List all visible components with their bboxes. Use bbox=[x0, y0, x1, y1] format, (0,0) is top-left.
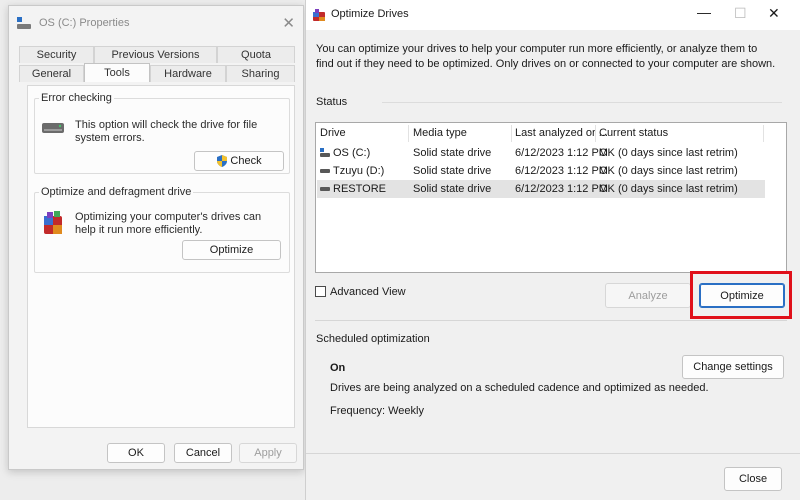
drive-row[interactable]: Tzuyu (D:) Solid state drive 6/12/2023 1… bbox=[317, 162, 765, 180]
optimize-drives-titlebar: Optimize Drives — ☐ ✕ bbox=[306, 0, 800, 30]
column-divider[interactable] bbox=[763, 125, 764, 142]
optimize-drives-title: Optimize Drives bbox=[331, 8, 409, 20]
optimize-drives-description: You can optimize your drives to help you… bbox=[316, 43, 776, 70]
hard-drive-icon bbox=[42, 123, 64, 133]
media-type: Solid state drive bbox=[413, 165, 492, 177]
change-settings-button[interactable]: Change settings bbox=[682, 355, 784, 379]
scheduled-optimization-label: Scheduled optimization bbox=[316, 333, 430, 345]
shield-icon bbox=[217, 155, 228, 167]
drive-row[interactable]: OS (C:) Solid state drive 6/12/2023 1:12… bbox=[317, 144, 765, 162]
column-header-current-status[interactable]: Current status bbox=[599, 127, 668, 139]
properties-title: OS (C:) Properties bbox=[39, 17, 130, 29]
tools-tab-panel: Error checking This option will check th… bbox=[27, 85, 295, 428]
analyze-button[interactable]: Analyze bbox=[605, 283, 691, 308]
apply-button[interactable]: Apply bbox=[239, 443, 297, 463]
schedule-state: On bbox=[330, 362, 346, 374]
properties-window: OS (C:) Properties ✕ Security Previous V… bbox=[8, 5, 304, 470]
media-type: Solid state drive bbox=[413, 183, 492, 195]
close-icon[interactable]: ✕ bbox=[282, 14, 295, 32]
footer-separator bbox=[306, 453, 800, 454]
maximize-icon[interactable]: ☐ bbox=[734, 5, 747, 22]
drive-icon bbox=[320, 166, 330, 175]
tab-sharing[interactable]: Sharing bbox=[226, 65, 295, 82]
last-analyzed: 6/12/2023 1:12 PM bbox=[515, 165, 608, 177]
optimize-drive-button[interactable]: Optimize bbox=[182, 240, 281, 260]
drive-list[interactable]: Drive Media type Last analyzed or ... Cu… bbox=[315, 122, 787, 273]
column-header-last-analyzed[interactable]: Last analyzed or ... bbox=[515, 127, 608, 139]
drive-name: RESTORE bbox=[333, 183, 386, 195]
drive-icon bbox=[17, 17, 31, 29]
drive-icon bbox=[320, 184, 330, 193]
column-header-media-type[interactable]: Media type bbox=[413, 127, 467, 139]
last-analyzed: 6/12/2023 1:12 PM bbox=[515, 147, 608, 159]
tab-general[interactable]: General bbox=[19, 65, 84, 82]
optimize-defragment-title: Optimize and defragment drive bbox=[39, 186, 194, 198]
drive-name: Tzuyu (D:) bbox=[333, 165, 385, 177]
drive-row-selected[interactable]: RESTORE Solid state drive 6/12/2023 1:12… bbox=[317, 180, 765, 198]
minimize-icon[interactable]: — bbox=[697, 4, 711, 20]
last-analyzed: 6/12/2023 1:12 PM bbox=[515, 183, 608, 195]
error-checking-group: Error checking This option will check th… bbox=[34, 92, 290, 174]
os-drive-icon bbox=[320, 148, 330, 157]
current-status: OK (0 days since last retrim) bbox=[599, 165, 738, 177]
tab-security[interactable]: Security bbox=[19, 46, 94, 63]
optimize-drives-app-icon bbox=[313, 9, 325, 21]
tab-hardware[interactable]: Hardware bbox=[150, 65, 226, 82]
cancel-button[interactable]: Cancel bbox=[174, 443, 232, 463]
drive-name: OS (C:) bbox=[333, 147, 371, 159]
close-button[interactable]: Close bbox=[724, 467, 782, 491]
current-status: OK (0 days since last retrim) bbox=[599, 183, 738, 195]
optimize-defragment-text: Optimizing your computer's drives can he… bbox=[75, 211, 262, 236]
status-label: Status bbox=[316, 96, 348, 108]
error-checking-text: This option will check the drive for fil… bbox=[75, 119, 258, 144]
close-icon[interactable]: ✕ bbox=[768, 5, 780, 22]
column-divider[interactable] bbox=[408, 125, 409, 142]
check-button[interactable]: Check bbox=[194, 151, 284, 171]
column-divider[interactable] bbox=[511, 125, 512, 142]
ok-button[interactable]: OK bbox=[107, 443, 165, 463]
media-type: Solid state drive bbox=[413, 147, 492, 159]
column-divider[interactable] bbox=[595, 125, 596, 142]
tabs-row-top: Security Previous Versions Quota bbox=[19, 46, 295, 63]
schedule-frequency: Frequency: Weekly bbox=[330, 405, 424, 417]
status-separator bbox=[382, 102, 782, 103]
advanced-view-label[interactable]: Advanced View bbox=[330, 286, 406, 298]
highlight-box bbox=[690, 271, 792, 319]
tab-previous-versions[interactable]: Previous Versions bbox=[94, 46, 217, 63]
tab-quota[interactable]: Quota bbox=[217, 46, 295, 63]
tabs-row-bottom: General Tools Hardware Sharing bbox=[19, 63, 295, 82]
tab-tools[interactable]: Tools bbox=[84, 63, 150, 82]
optimize-defragment-group: Optimize and defragment drive Optimizing… bbox=[34, 186, 290, 273]
current-status: OK (0 days since last retrim) bbox=[599, 147, 738, 159]
check-button-label: Check bbox=[230, 155, 262, 167]
optimize-drives-window: Optimize Drives — ☐ ✕ You can optimize y… bbox=[305, 0, 800, 500]
advanced-view-checkbox[interactable] bbox=[315, 286, 326, 297]
schedule-description: Drives are being analyzed on a scheduled… bbox=[330, 382, 709, 394]
properties-titlebar: OS (C:) Properties ✕ bbox=[9, 6, 303, 40]
section-separator bbox=[315, 320, 787, 321]
error-checking-title: Error checking bbox=[39, 92, 114, 104]
defragment-icon bbox=[44, 211, 62, 234]
column-header-drive[interactable]: Drive bbox=[320, 127, 346, 139]
